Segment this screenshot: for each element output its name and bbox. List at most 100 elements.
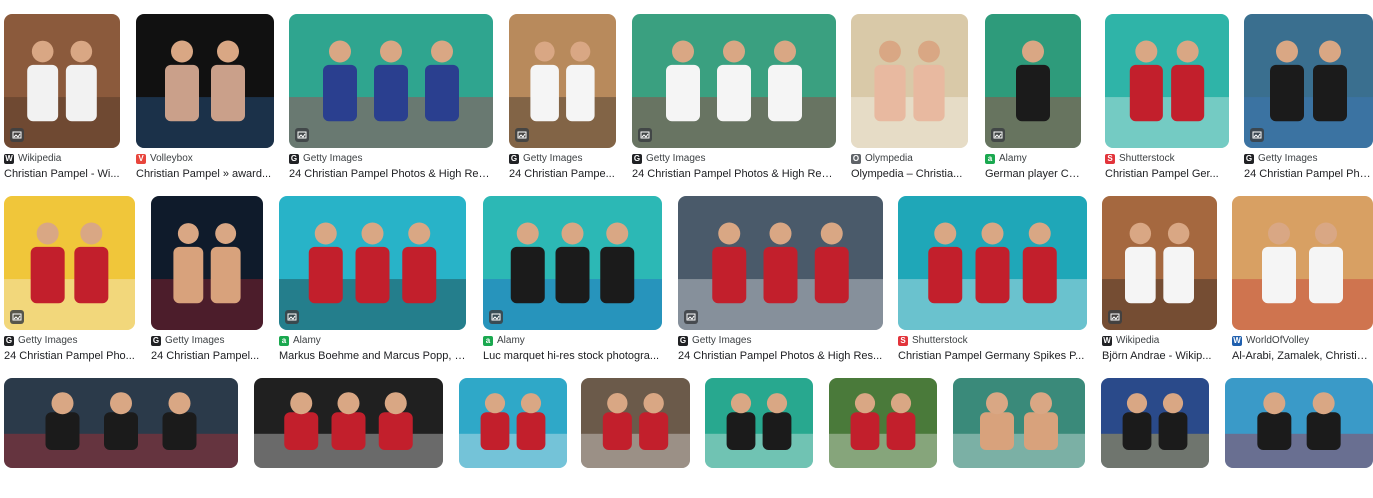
- thumbnail-image: [254, 378, 443, 468]
- result-thumbnail[interactable]: [4, 196, 135, 330]
- result-title[interactable]: Christian Pampel » award...: [136, 167, 274, 181]
- image-result-card[interactable]: [1225, 378, 1373, 498]
- result-thumbnail[interactable]: [279, 196, 466, 330]
- thumbnail-image: [678, 196, 883, 330]
- image-result-card[interactable]: W WorldOfVolley Al-Arabi, Zamalek, Christi…: [1232, 196, 1373, 363]
- result-thumbnail[interactable]: [289, 14, 493, 148]
- result-source[interactable]: S Shutterstock: [1105, 153, 1229, 165]
- image-result-card[interactable]: W Wikipedia Christian Pampel - Wi...: [4, 14, 120, 181]
- image-result-card[interactable]: V Volleybox Christian Pampel » award...: [136, 14, 274, 181]
- result-source[interactable]: G Getty Images: [4, 335, 135, 347]
- image-result-card[interactable]: G Getty Images 24 Christian Pampel Photos …: [632, 14, 836, 181]
- thumbnail-image: [4, 378, 238, 468]
- result-source[interactable]: O Olympedia: [851, 153, 968, 165]
- image-result-card[interactable]: O Olympedia Olympedia – Christia...: [851, 14, 968, 181]
- result-title[interactable]: 24 Christian Pampel Photos & High Res...: [289, 167, 493, 181]
- image-result-card[interactable]: [705, 378, 813, 498]
- result-title[interactable]: Christian Pampel Ger...: [1105, 167, 1229, 181]
- image-result-card[interactable]: G Getty Images 24 Christian Pampel Photos …: [678, 196, 883, 363]
- thumbnail-image: [898, 196, 1087, 330]
- result-thumbnail[interactable]: [4, 378, 238, 468]
- result-title[interactable]: 24 Christian Pampel Pho...: [4, 349, 135, 363]
- image-result-card[interactable]: [254, 378, 443, 498]
- result-title[interactable]: 24 Christian Pampel Photos: [1244, 167, 1373, 181]
- result-thumbnail[interactable]: [705, 378, 813, 468]
- result-thumbnail[interactable]: [509, 14, 616, 148]
- result-source[interactable]: G Getty Images: [509, 153, 616, 165]
- result-title[interactable]: German player Chri...: [985, 167, 1081, 181]
- result-thumbnail[interactable]: [1102, 196, 1217, 330]
- image-result-card[interactable]: S Shutterstock Christian Pampel Germany Sp…: [898, 196, 1087, 363]
- result-title[interactable]: Björn Andrae - Wikip...: [1102, 349, 1217, 363]
- image-result-card[interactable]: [829, 378, 937, 498]
- image-result-card[interactable]: a Alamy German player Chri...: [985, 14, 1081, 181]
- result-thumbnail[interactable]: [136, 14, 274, 148]
- image-result-card[interactable]: G Getty Images 24 Christian Pampel Pho...: [4, 196, 135, 363]
- source-name: Getty Images: [646, 153, 706, 164]
- image-icon: [1250, 128, 1264, 142]
- image-result-card[interactable]: [581, 378, 690, 498]
- image-result-card[interactable]: [4, 378, 238, 498]
- image-result-card[interactable]: S Shutterstock Christian Pampel Ger...: [1105, 14, 1229, 181]
- result-thumbnail[interactable]: [898, 196, 1087, 330]
- result-source[interactable]: W WorldOfVolley: [1232, 335, 1373, 347]
- result-title[interactable]: 24 Christian Pampel...: [151, 349, 263, 363]
- result-title[interactable]: 24 Christian Pampe...: [509, 167, 616, 181]
- image-result-card[interactable]: a Alamy Luc marquet hi-res stock photogra.…: [483, 196, 662, 363]
- image-result-card[interactable]: G Getty Images 24 Christian Pampel Photos …: [289, 14, 493, 181]
- result-thumbnail[interactable]: [678, 196, 883, 330]
- image-result-card[interactable]: G Getty Images 24 Christian Pampel...: [151, 196, 263, 363]
- image-result-card[interactable]: a Alamy Markus Boehme and Marcus Popp, f..…: [279, 196, 466, 363]
- image-result-card[interactable]: [953, 378, 1085, 498]
- result-thumbnail[interactable]: [581, 378, 690, 468]
- image-result-card[interactable]: G Getty Images 24 Christian Pampel Photos: [1244, 14, 1373, 181]
- result-title[interactable]: Christian Pampel Germany Spikes P...: [898, 349, 1087, 363]
- result-thumbnail[interactable]: [1101, 378, 1209, 468]
- image-result-card[interactable]: [459, 378, 567, 498]
- result-thumbnail[interactable]: [151, 196, 263, 330]
- result-source[interactable]: W Wikipedia: [4, 153, 120, 165]
- result-source[interactable]: G Getty Images: [1244, 153, 1373, 165]
- result-title[interactable]: 24 Christian Pampel Photos & High Res...: [632, 167, 836, 181]
- result-thumbnail[interactable]: [1105, 14, 1229, 148]
- source-name: Getty Images: [692, 335, 752, 346]
- result-source[interactable]: S Shutterstock: [898, 335, 1087, 347]
- result-source[interactable]: W Wikipedia: [1102, 335, 1217, 347]
- thumbnail-image: [151, 196, 263, 330]
- result-thumbnail[interactable]: [1232, 196, 1373, 330]
- result-source[interactable]: a Alamy: [279, 335, 466, 347]
- result-thumbnail[interactable]: [829, 378, 937, 468]
- result-thumbnail[interactable]: [4, 14, 120, 148]
- result-source[interactable]: a Alamy: [483, 335, 662, 347]
- result-thumbnail[interactable]: [1225, 378, 1373, 468]
- thumbnail-image: [705, 378, 813, 468]
- source-name: Getty Images: [165, 335, 225, 346]
- image-result-card[interactable]: W Wikipedia Björn Andrae - Wikip...: [1102, 196, 1217, 363]
- result-thumbnail[interactable]: [459, 378, 567, 468]
- result-source[interactable]: a Alamy: [985, 153, 1081, 165]
- result-thumbnail[interactable]: [632, 14, 836, 148]
- result-thumbnail[interactable]: [953, 378, 1085, 468]
- result-source[interactable]: G Getty Images: [289, 153, 493, 165]
- image-icon: [10, 128, 24, 142]
- result-title[interactable]: Al-Arabi, Zamalek, Christian P: [1232, 349, 1373, 363]
- result-title[interactable]: 24 Christian Pampel Photos & High Res...: [678, 349, 883, 363]
- result-source[interactable]: V Volleybox: [136, 153, 274, 165]
- result-title[interactable]: Luc marquet hi-res stock photogra...: [483, 349, 662, 363]
- shutterstock-icon: S: [898, 336, 908, 346]
- source-name: Shutterstock: [1119, 153, 1175, 164]
- result-source[interactable]: G Getty Images: [678, 335, 883, 347]
- result-thumbnail[interactable]: [1244, 14, 1373, 148]
- thumbnail-image: [581, 378, 690, 468]
- result-source[interactable]: G Getty Images: [632, 153, 836, 165]
- result-title[interactable]: Christian Pampel - Wi...: [4, 167, 120, 181]
- result-title[interactable]: Markus Boehme and Marcus Popp, f...: [279, 349, 466, 363]
- image-result-card[interactable]: [1101, 378, 1209, 498]
- result-source[interactable]: G Getty Images: [151, 335, 263, 347]
- result-thumbnail[interactable]: [851, 14, 968, 148]
- result-title[interactable]: Olympedia – Christia...: [851, 167, 968, 181]
- result-thumbnail[interactable]: [254, 378, 443, 468]
- image-result-card[interactable]: G Getty Images 24 Christian Pampe...: [509, 14, 616, 181]
- result-thumbnail[interactable]: [985, 14, 1081, 148]
- result-thumbnail[interactable]: [483, 196, 662, 330]
